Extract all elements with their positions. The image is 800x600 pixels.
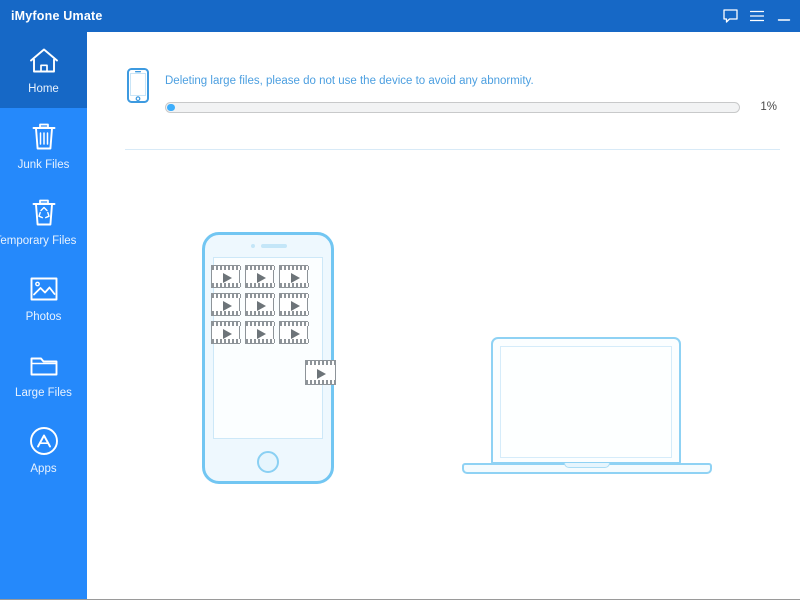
phone-screen	[213, 257, 323, 439]
film-sprockets-bottom	[280, 311, 309, 315]
sidebar-item-label: Junk Files	[17, 159, 70, 172]
video-file-icon	[279, 265, 309, 288]
app-store-icon	[27, 424, 61, 458]
film-sprockets-top	[306, 361, 335, 365]
status-message: Deleting large files, please do not use …	[165, 75, 534, 87]
progress-row: 1%	[165, 101, 777, 113]
phone-home-button	[257, 451, 279, 473]
video-file-icon	[305, 360, 336, 385]
film-sprockets-bottom	[212, 311, 241, 315]
sidebar-item-label: Large Files	[15, 387, 72, 400]
laptop-illustration	[462, 337, 712, 482]
film-sprockets-top	[280, 266, 309, 270]
progress-percent-label: 1%	[760, 101, 777, 113]
play-triangle-icon	[257, 273, 266, 283]
video-file-icon	[245, 265, 275, 288]
film-sprockets-top	[246, 266, 275, 270]
play-triangle-icon	[223, 329, 232, 339]
play-triangle-icon	[257, 329, 266, 339]
play-triangle-icon	[317, 369, 326, 379]
sidebar-item-large-files[interactable]: Large Files	[0, 336, 87, 412]
film-sprockets-top	[246, 294, 275, 298]
folder-icon	[27, 348, 61, 382]
video-file-icon	[211, 293, 241, 316]
film-sprockets-top	[212, 322, 241, 326]
laptop-base	[462, 463, 712, 474]
film-sprockets-bottom	[280, 339, 309, 343]
phone-camera-dot	[251, 244, 255, 248]
progress-section: Deleting large files, please do not use …	[127, 52, 777, 122]
film-sprockets-top	[212, 294, 241, 298]
app-window: iMyfone Umate Home Junk Files Temporary …	[0, 0, 800, 600]
film-sprockets-bottom	[280, 283, 309, 287]
play-triangle-icon	[291, 329, 300, 339]
feedback-icon[interactable]	[722, 8, 738, 24]
film-sprockets-top	[212, 266, 241, 270]
sidebar-item-label: Home	[28, 83, 59, 96]
video-file-icon	[279, 293, 309, 316]
laptop-lid	[491, 337, 681, 464]
play-triangle-icon	[223, 273, 232, 283]
video-thumbnail-grid	[211, 265, 309, 344]
sidebar-item-photos[interactable]: Photos	[0, 260, 87, 336]
main-content: Deleting large files, please do not use …	[87, 32, 800, 599]
laptop-trackpad-notch	[564, 463, 610, 468]
sidebar-item-label: Temporary Files	[0, 235, 77, 248]
progress-bar-fill	[167, 103, 175, 111]
video-file-icon	[245, 293, 275, 316]
film-sprockets-top	[246, 322, 275, 326]
laptop-screen	[500, 346, 672, 458]
play-triangle-icon	[291, 301, 300, 311]
sidebar: Home Junk Files Temporary Files Photos L…	[0, 32, 87, 599]
window-controls	[722, 0, 792, 32]
film-sprockets-bottom	[246, 283, 275, 287]
film-sprockets-bottom	[306, 380, 335, 384]
film-sprockets-top	[280, 294, 309, 298]
recycle-trash-icon	[27, 196, 61, 230]
photo-icon	[27, 272, 61, 306]
sidebar-item-apps[interactable]: Apps	[0, 412, 87, 488]
progress-bar	[165, 101, 741, 113]
minimize-icon[interactable]	[776, 8, 792, 24]
play-triangle-icon	[223, 301, 232, 311]
sidebar-item-junk-files[interactable]: Junk Files	[0, 108, 87, 184]
menu-icon[interactable]	[749, 8, 765, 24]
phone-icon	[127, 68, 149, 103]
sidebar-item-label: Apps	[30, 463, 57, 476]
app-title: iMyfone Umate	[11, 9, 103, 23]
phone-illustration	[202, 232, 334, 484]
section-divider	[125, 149, 780, 150]
video-file-icon	[245, 321, 275, 344]
video-file-icon	[211, 265, 241, 288]
home-icon	[27, 44, 61, 78]
sidebar-item-temporary-files[interactable]: Temporary Files	[0, 184, 87, 260]
film-sprockets-top	[280, 322, 309, 326]
film-sprockets-bottom	[246, 311, 275, 315]
phone-speaker-grille	[261, 244, 287, 248]
play-triangle-icon	[291, 273, 300, 283]
video-file-icon	[279, 321, 309, 344]
film-sprockets-bottom	[212, 283, 241, 287]
film-sprockets-bottom	[212, 339, 241, 343]
film-sprockets-bottom	[246, 339, 275, 343]
video-file-icon	[211, 321, 241, 344]
trash-icon	[27, 120, 61, 154]
sidebar-item-label: Photos	[25, 311, 62, 324]
title-bar: iMyfone Umate	[0, 0, 800, 32]
play-triangle-icon	[257, 301, 266, 311]
sidebar-item-home[interactable]: Home	[0, 32, 87, 108]
